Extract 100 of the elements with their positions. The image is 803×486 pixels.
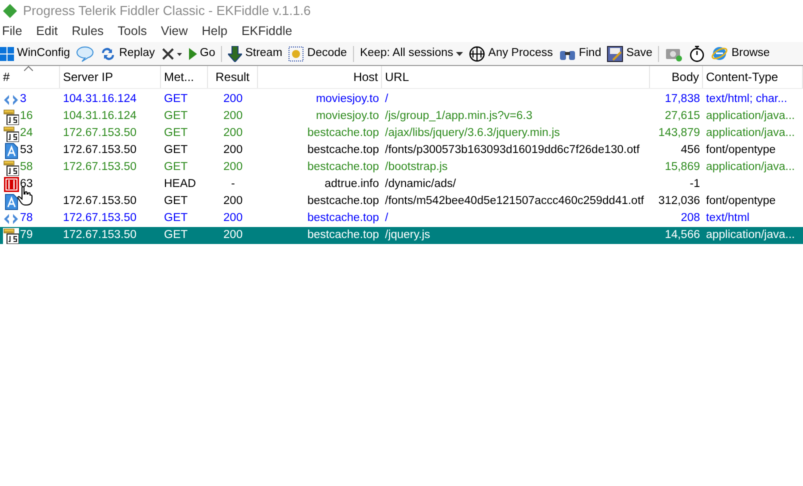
table-cell-text: 200 — [223, 108, 243, 124]
table-cell-text: 58 — [20, 160, 33, 175]
table-cell-text: 312,036 — [658, 194, 700, 209]
table-cell-text: bestcache.top — [307, 126, 379, 141]
table-cell-text: 63 — [20, 176, 33, 192]
script-scroll-icon — [3, 126, 19, 142]
table-cell-text: GET — [164, 142, 188, 158]
table-cell-text: 79 — [20, 228, 33, 243]
column-header[interactable]: Met... — [161, 66, 208, 88]
menu-item[interactable]: Rules — [72, 22, 104, 41]
table-cell-text: 200 — [223, 160, 243, 175]
table-cell-text: moviesjoy.to — [316, 108, 379, 124]
table-cell-text: 172.67.153.50 — [63, 210, 137, 226]
menu-item[interactable]: EKFiddle — [241, 22, 292, 41]
dropdown-caret-icon — [456, 52, 464, 56]
windows-icon — [0, 46, 14, 60]
table-cell-text: GET — [164, 210, 188, 226]
table-cell-text: / — [385, 210, 388, 226]
table-cell-text: 172.67.153.50 — [63, 142, 137, 158]
session-row[interactable]: 24 172.67.153.50 GET 200 bestcache.top /ajax/libs/jquery/3.6.3/jquery.min.js 143,879 application/java... — [0, 125, 803, 142]
column-header[interactable]: URL — [382, 66, 650, 88]
table-cell-text: application/java... — [706, 160, 795, 175]
replay-arrows-icon — [100, 46, 116, 60]
table-cell-text: text/html — [706, 210, 750, 226]
menu-item[interactable]: File — [2, 22, 22, 41]
table-cell-text: 3 — [20, 92, 26, 107]
table-cell-text: application/java... — [706, 228, 795, 243]
session-row[interactable]: 63 HEAD - adtrue.info /dynamic/ads/ -1 — [0, 176, 803, 193]
session-row[interactable]: 78 172.67.153.50 GET 200 bestcache.top / 208 text/html — [0, 210, 803, 227]
table-cell-text: font/opentype — [706, 142, 776, 158]
table-cell-text: 172.67.153.50 — [63, 194, 137, 209]
table-cell-text: /fonts/p300573b163093d16019dd6c7f26de130.otf — [385, 142, 640, 158]
session-row[interactable]: 53 172.67.153.50 GET 200 bestcache.top /fonts/p300573b163093d16019dd6c7f26de130.otf 456 font/opentype — [0, 142, 803, 159]
stopwatch-icon — [689, 45, 706, 62]
table-cell-text: GET — [164, 160, 188, 175]
code-arrows-icon — [3, 94, 19, 104]
table-cell-text: bestcache.top — [307, 228, 379, 243]
menu-item[interactable]: Tools — [118, 22, 147, 41]
menu-item[interactable]: Edit — [36, 22, 58, 41]
code-arrows-icon — [3, 214, 19, 224]
toolbar-button[interactable]: Keep: All sessions — [360, 44, 464, 64]
toolbar-button[interactable]: Any Process — [469, 44, 553, 64]
table-cell-text: 78 — [20, 210, 33, 226]
column-header[interactable]: Body — [650, 66, 703, 88]
table-cell-text: GET — [164, 92, 188, 107]
menu-item[interactable]: Help — [202, 22, 228, 41]
column-header[interactable]: # — [0, 66, 60, 88]
table-cell-text: /dynamic/ads/ — [385, 176, 456, 192]
table-cell-text: 16 — [20, 108, 33, 124]
toolbar-button[interactable]: Go — [188, 44, 216, 64]
table-cell-text: 14,566 — [664, 228, 700, 243]
font-file-icon — [4, 194, 18, 210]
toolbar-button[interactable]: Find — [558, 44, 602, 64]
session-row[interactable]: 58 172.67.153.50 GET 200 bestcache.top /bootstrap.js 15,869 application/java... — [0, 159, 803, 176]
table-cell-text: GET — [164, 126, 188, 141]
table-cell-text: 200 — [223, 210, 243, 226]
table-cell-text: GET — [164, 108, 188, 124]
play-icon — [188, 48, 197, 60]
table-cell-text: /js/group_1/app.min.js?v=6.3 — [385, 108, 532, 124]
table-cell-text: 143,879 — [658, 126, 700, 141]
table-cell-text: 17,838 — [664, 92, 700, 107]
column-header[interactable]: Result — [208, 66, 258, 88]
table-cell-text: 208 — [680, 210, 700, 226]
table-cell-text: font/opentype — [706, 194, 776, 209]
toolbar-icon-button[interactable] — [689, 44, 706, 64]
table-cell-text: 200 — [223, 92, 243, 107]
blocked-icon — [4, 177, 18, 192]
table-cell-text: 456 — [680, 142, 700, 158]
table-cell-text: /ajax/libs/jquery/3.6.3/jquery.min.js — [385, 126, 560, 141]
session-row[interactable]: 3 104.31.16.124 GET 200 moviesjoy.to / 17,838 text/html; char... — [0, 91, 803, 108]
toolbar-button[interactable]: Browse — [711, 44, 770, 64]
table-cell-text: text/html; char... — [706, 92, 788, 107]
toolbar-button[interactable]: Decode — [288, 44, 347, 64]
column-header[interactable]: Host — [258, 66, 382, 88]
menu-item[interactable]: View — [160, 22, 188, 41]
session-row[interactable]: 16 104.31.16.124 GET 200 moviesjoy.to /js/group_1/app.min.js?v=6.3 27,615 application/java... — [0, 108, 803, 125]
table-cell-text: - — [231, 176, 235, 192]
hand-cursor-icon — [17, 186, 33, 206]
table-cell-text: 104.31.16.124 — [63, 92, 137, 107]
table-cell-text: adtrue.info — [324, 176, 379, 192]
table-cell-text: 172.67.153.50 — [63, 228, 137, 243]
table-cell-text: bestcache.top — [307, 194, 379, 209]
table-cell-text: application/java... — [706, 126, 795, 141]
session-row[interactable]: 79 172.67.153.50 GET 200 bestcache.top /jquery.js 14,566 application/java... — [0, 227, 803, 244]
toolbar-button[interactable]: WinConfig — [0, 44, 70, 64]
column-header[interactable]: Server IP — [60, 66, 161, 88]
session-row[interactable]: 172.67.153.50 GET 200 bestcache.top /fonts/m542bee40d5e121507accc460c259dd41.otf 312,036 font/opentype — [0, 193, 803, 210]
toolbar-button[interactable]: Replay — [100, 44, 155, 64]
table-cell-text: 172.67.153.50 — [63, 160, 137, 175]
app-logo-icon — [3, 4, 17, 18]
toolbar-button[interactable]: Stream — [228, 44, 282, 64]
table-cell-text: bestcache.top — [307, 210, 379, 226]
table-cell-text: / — [385, 92, 388, 107]
table-cell-text: HEAD — [164, 176, 196, 192]
script-scroll-icon — [3, 160, 19, 176]
column-header[interactable]: Content-Type — [703, 66, 803, 88]
toolbar-button[interactable]: Save — [607, 44, 652, 64]
table-cell-text: -1 — [690, 176, 700, 192]
table-cell-text: 53 — [20, 142, 33, 158]
table-cell-text: /jquery.js — [385, 228, 430, 243]
